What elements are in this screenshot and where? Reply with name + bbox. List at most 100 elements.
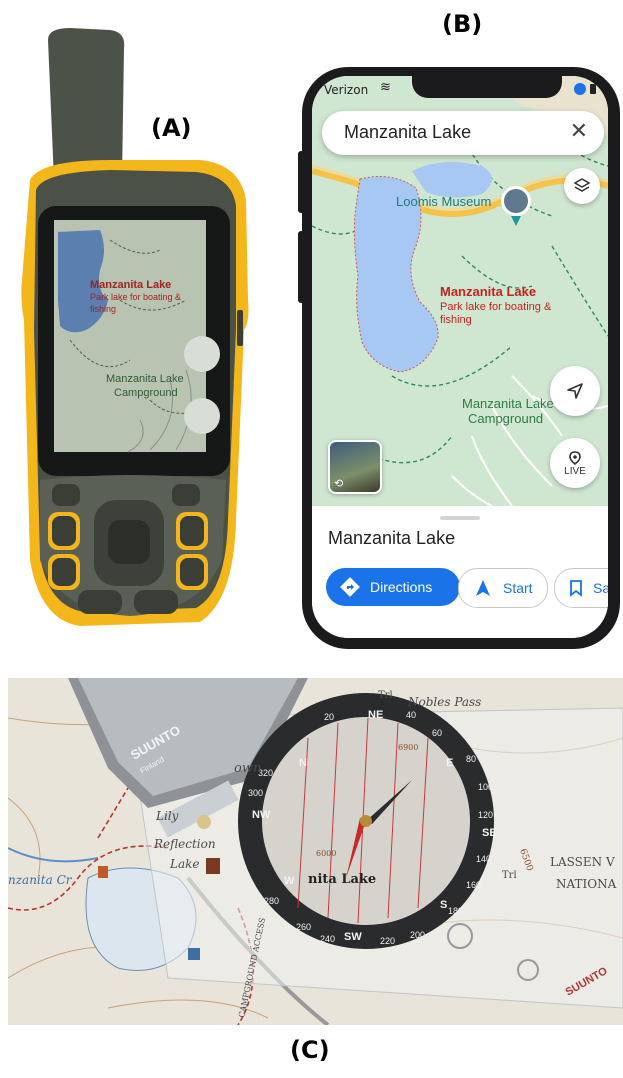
deg-140: 140: [476, 854, 491, 864]
layers-icon: [573, 178, 591, 192]
deg-20: 20: [324, 712, 334, 722]
directions-label: Directions: [370, 579, 433, 595]
dial-e: E: [446, 757, 453, 769]
deg-100: 100: [478, 782, 493, 792]
battery-icon: [590, 84, 596, 94]
map-nobles-pass: Nobles Pass: [407, 695, 481, 709]
start-button[interactable]: Start: [458, 568, 548, 608]
dial-n: N: [299, 757, 307, 769]
search-bar[interactable]: Manzanita Lake ✕: [322, 111, 604, 155]
handheld-gps-device: Manzanita Lake Park lake for boating & f…: [0, 0, 260, 645]
deg-160: 160: [466, 880, 481, 890]
directions-button[interactable]: Directions: [326, 568, 460, 606]
dial-ne: NE: [368, 709, 383, 721]
save-button[interactable]: Sav: [554, 568, 608, 608]
map-label-lake-desc-2: fishing: [440, 314, 472, 326]
dial-w: W: [284, 875, 295, 887]
live-view-icon: [569, 450, 581, 465]
phone-notch: [412, 76, 562, 98]
map-trl-2: Trl: [502, 870, 517, 881]
layers-button[interactable]: [564, 168, 600, 204]
dial-s: S: [440, 899, 447, 911]
gps-button-left-2-face: [52, 558, 76, 586]
compass-photo-illustration: N NE E SE S SW W NW 20 40 60 80 100 120 …: [8, 678, 623, 1025]
dial-sw: SW: [344, 931, 362, 943]
museum-pin-photo: [504, 189, 528, 213]
gps-device-illustration: Manzanita Lake Park lake for boating & f…: [21, 28, 249, 626]
phone-screen: Loomis Museum Manzanita Lake Park lake f…: [312, 76, 608, 638]
place-title: Manzanita Lake: [328, 528, 456, 548]
gps-button-bottom-right[interactable]: [134, 590, 178, 614]
deg-60: 60: [432, 728, 442, 738]
compass-sighting-pin: [197, 815, 211, 829]
gps-side-button[interactable]: [237, 310, 243, 346]
map-trl-1: Trl: [378, 690, 393, 701]
map-lassen-2: NATIONA: [556, 877, 617, 891]
map-manzanita-creek: nzanita Cr: [8, 873, 73, 887]
deg-40: 40: [406, 710, 416, 720]
panel-label-c: (C): [290, 1036, 330, 1064]
deg-80: 80: [466, 754, 476, 764]
gps-button-right-1-face: [180, 516, 204, 546]
gps-zoom-in-icon: [184, 336, 220, 372]
deg-240: 240: [320, 934, 335, 944]
start-arrow-icon: [476, 580, 490, 596]
gps-button-left-1-face: [52, 516, 76, 546]
gps-button-top-left[interactable]: [52, 484, 80, 506]
map-label-lake-desc-1: Park lake for boating &: [440, 301, 552, 313]
dial-nw: NW: [252, 809, 271, 821]
deg-280: 280: [264, 896, 279, 906]
gps-antenna: [48, 28, 125, 180]
start-label: Start: [503, 580, 533, 596]
live-label: LIVE: [564, 465, 586, 477]
gps-button-right-2-face: [180, 558, 204, 586]
deg-300: 300: [248, 788, 263, 798]
wifi-icon: ≋: [380, 80, 391, 95]
gps-campground-1: Manzanita Lake: [106, 373, 184, 385]
gps-dpad-center[interactable]: [108, 520, 150, 564]
save-label: Sav: [593, 580, 608, 596]
deg-260: 260: [296, 922, 311, 932]
map-campsite-icon: [98, 866, 108, 878]
rotate-360-icon: ⟲: [334, 477, 344, 490]
map-lake: Lake: [169, 857, 200, 871]
bookmark-icon: [570, 580, 582, 597]
gps-button-top-right[interactable]: [172, 484, 200, 506]
deg-220: 220: [380, 936, 395, 946]
location-arrow-icon: [574, 83, 586, 95]
panel-label-b: (B): [442, 10, 483, 38]
dial-se: SE: [482, 827, 497, 839]
map-label-museum[interactable]: Loomis Museum: [396, 194, 491, 209]
map-reflection: Reflection: [153, 837, 216, 851]
map-manzanita-lake: nita Lake: [308, 872, 376, 887]
street-view-thumbnail[interactable]: ⟲: [328, 440, 382, 494]
map-lily-lake: Lily: [155, 809, 179, 823]
map-label-campground-1[interactable]: Manzanita Lake: [462, 396, 554, 411]
navigate-icon: [567, 383, 583, 399]
sheet-drag-handle[interactable]: [440, 516, 480, 520]
gps-zoom-out-icon: [184, 398, 220, 434]
map-trailhead-icon: [206, 858, 220, 874]
gps-button-bottom-left[interactable]: [78, 590, 122, 614]
close-icon[interactable]: ✕: [570, 119, 588, 144]
search-input[interactable]: Manzanita Lake: [344, 122, 471, 143]
my-location-button[interactable]: [550, 366, 600, 416]
map-town: own: [234, 761, 261, 776]
live-view-button[interactable]: LIVE: [550, 438, 600, 488]
map-elev-6900: 6900: [398, 743, 418, 752]
deg-200: 200: [410, 930, 425, 940]
map-label-lake[interactable]: Manzanita Lake: [440, 284, 536, 299]
map-elev-6000: 6000: [316, 849, 336, 858]
directions-icon: [340, 577, 360, 597]
gps-campground-2: Campground: [114, 387, 178, 399]
place-bottom-sheet[interactable]: Manzanita Lake Directions Start Sav: [312, 506, 608, 638]
map-lassen-1: LASSEN V: [550, 855, 615, 869]
status-carrier: Verizon: [324, 83, 369, 97]
smartphone: Loomis Museum Manzanita Lake Park lake f…: [298, 63, 623, 651]
gps-lake-desc-1: Park lake for boating &: [90, 292, 181, 302]
gps-lake-name: Manzanita Lake: [90, 279, 171, 291]
compass-on-map-photo: N NE E SE S SW W NW 20 40 60 80 100 120 …: [8, 678, 623, 1025]
map-label-campground-2: Campground: [468, 411, 543, 426]
deg-180: 180: [448, 906, 463, 916]
gps-lake-desc-2: fishing: [90, 304, 116, 314]
